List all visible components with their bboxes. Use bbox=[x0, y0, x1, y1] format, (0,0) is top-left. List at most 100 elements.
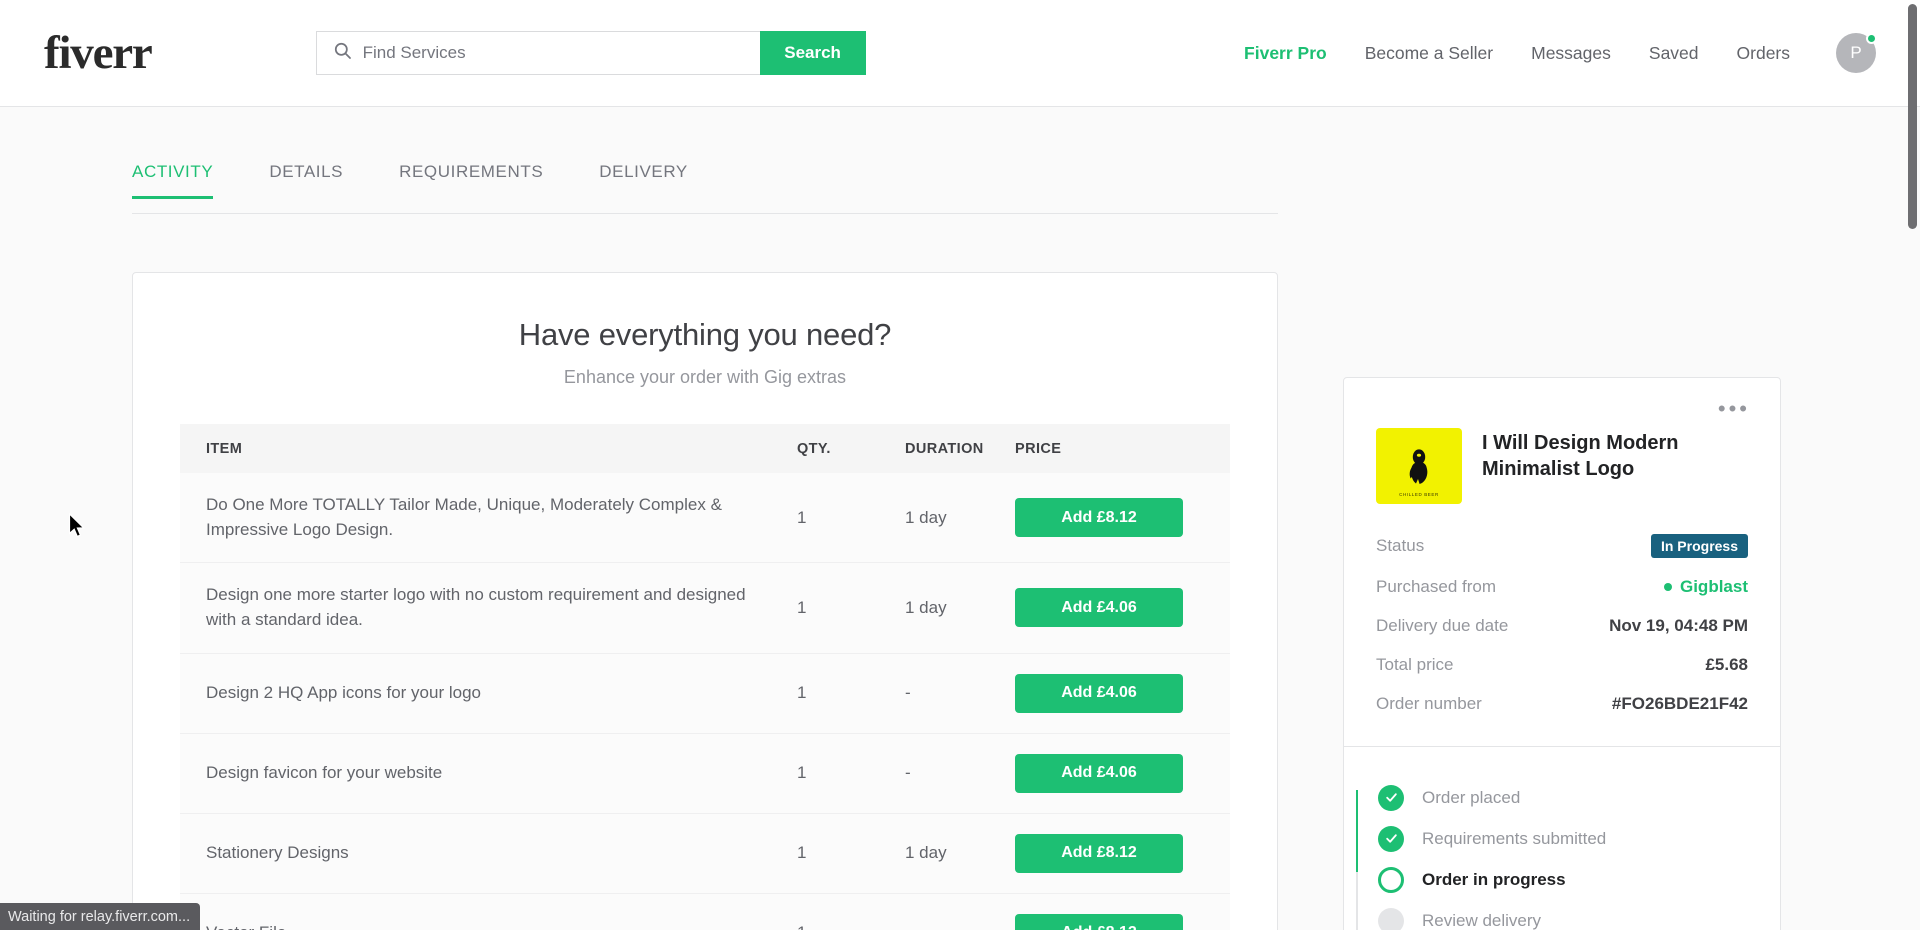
timeline-label: Review delivery bbox=[1422, 911, 1541, 930]
page-body: ACTIVITY DETAILS REQUIREMENTS DELIVERY H… bbox=[0, 107, 1920, 930]
timeline-connector bbox=[1356, 831, 1358, 872]
table-row: Design one more starter logo with no cus… bbox=[180, 563, 1230, 653]
nav-item-saved[interactable]: Saved bbox=[1649, 43, 1699, 64]
card-subtitle: Enhance your order with Gig extras bbox=[133, 367, 1277, 388]
scrollbar-thumb[interactable] bbox=[1908, 4, 1917, 229]
cell-qty: 1 bbox=[797, 893, 905, 930]
nav-item-become-seller[interactable]: Become a Seller bbox=[1365, 43, 1493, 64]
order-facts: Status In Progress Purchased from Gigbla… bbox=[1344, 534, 1780, 746]
search-input[interactable] bbox=[352, 32, 760, 74]
order-summary-card: ••• CHILLED BEER I Will Design Modern Mi… bbox=[1343, 377, 1781, 930]
timeline-connector bbox=[1356, 872, 1358, 913]
table-row: Stationery Designs 1 1 day Add £8.12 bbox=[180, 813, 1230, 893]
col-qty: QTY. bbox=[797, 424, 905, 473]
cell-item: Stationery Designs bbox=[180, 813, 797, 893]
tab-details[interactable]: DETAILS bbox=[269, 162, 343, 198]
timeline-step-order-in-progress: Order in progress bbox=[1378, 859, 1748, 900]
cell-qty: 1 bbox=[797, 473, 905, 563]
fact-label: Order number bbox=[1376, 694, 1482, 714]
cell-price: Add £4.06 bbox=[1015, 653, 1230, 733]
more-options-icon[interactable]: ••• bbox=[1718, 404, 1750, 414]
nav-item-orders[interactable]: Orders bbox=[1737, 43, 1790, 64]
col-duration: DURATION bbox=[905, 424, 1015, 473]
fact-order-number: Order number #FO26BDE21F42 bbox=[1376, 694, 1748, 714]
fact-delivery-due-date: Delivery due date Nov 19, 04:48 PM bbox=[1376, 616, 1748, 636]
table-row: Design favicon for your website 1 - Add … bbox=[180, 733, 1230, 813]
cell-price: Add £4.06 bbox=[1015, 733, 1230, 813]
table-header-row: ITEM QTY. DURATION PRICE bbox=[180, 424, 1230, 473]
table-row: Vector File 1 - Add £8.12 bbox=[180, 893, 1230, 930]
add-extra-button[interactable]: Add £8.12 bbox=[1015, 498, 1183, 537]
seller-name: Gigblast bbox=[1680, 577, 1748, 597]
cell-price: Add £8.12 bbox=[1015, 893, 1230, 930]
order-timeline: Order placed Requirements submitted Orde… bbox=[1344, 747, 1780, 930]
table-row: Design 2 HQ App icons for your logo 1 - … bbox=[180, 653, 1230, 733]
user-avatar-wrap: P bbox=[1836, 33, 1876, 73]
browser-status-bar: Waiting for relay.fiverr.com... bbox=[0, 903, 200, 930]
table-head: ITEM QTY. DURATION PRICE bbox=[180, 424, 1230, 473]
fact-value: Nov 19, 04:48 PM bbox=[1609, 616, 1748, 636]
tab-requirements[interactable]: REQUIREMENTS bbox=[399, 162, 543, 198]
tab-delivery[interactable]: DELIVERY bbox=[599, 162, 688, 198]
search-icon bbox=[333, 41, 352, 65]
search-box[interactable] bbox=[316, 31, 760, 75]
status-badge: In Progress bbox=[1651, 534, 1748, 558]
nav-item-messages[interactable]: Messages bbox=[1531, 43, 1611, 64]
cell-qty: 1 bbox=[797, 813, 905, 893]
add-extra-button[interactable]: Add £8.12 bbox=[1015, 914, 1183, 930]
fact-status: Status In Progress bbox=[1376, 534, 1748, 558]
seller-link[interactable]: Gigblast bbox=[1664, 577, 1748, 597]
fiverr-logo[interactable]: fiverr bbox=[44, 30, 152, 77]
fact-total-price: Total price £5.68 bbox=[1376, 655, 1748, 675]
fact-label: Delivery due date bbox=[1376, 616, 1508, 636]
site-header: fiverr Search Fiverr Pro Become a Seller… bbox=[0, 0, 1920, 107]
seller-online-dot bbox=[1664, 583, 1672, 591]
search-bar: Search bbox=[316, 31, 866, 75]
timeline-label: Requirements submitted bbox=[1422, 829, 1606, 849]
tab-activity[interactable]: ACTIVITY bbox=[132, 162, 213, 198]
cell-duration: - bbox=[905, 653, 1015, 733]
add-extra-button[interactable]: Add £4.06 bbox=[1015, 674, 1183, 713]
table-row: Do One More TOTALLY Tailor Made, Unique,… bbox=[180, 473, 1230, 563]
add-extra-button[interactable]: Add £4.06 bbox=[1015, 754, 1183, 793]
timeline-connector bbox=[1356, 913, 1358, 930]
gig-row: CHILLED BEER I Will Design Modern Minima… bbox=[1376, 428, 1748, 504]
cell-price: Add £4.06 bbox=[1015, 563, 1230, 653]
gig-title[interactable]: I Will Design Modern Minimalist Logo bbox=[1482, 428, 1748, 504]
timeline-step-review-delivery: Review delivery bbox=[1378, 900, 1748, 930]
timeline-step-order-placed: Order placed bbox=[1378, 777, 1748, 818]
gig-thumbnail[interactable]: CHILLED BEER bbox=[1376, 428, 1462, 504]
cell-item: Design favicon for your website bbox=[180, 733, 797, 813]
cell-qty: 1 bbox=[797, 733, 905, 813]
nav-item-fiverr-pro[interactable]: Fiverr Pro bbox=[1244, 43, 1327, 64]
order-summary-top: ••• CHILLED BEER I Will Design Modern Mi… bbox=[1344, 378, 1780, 504]
fact-label: Purchased from bbox=[1376, 577, 1496, 597]
online-status-dot bbox=[1866, 33, 1877, 44]
cell-qty: 1 bbox=[797, 653, 905, 733]
gig-thumbnail-caption: CHILLED BEER bbox=[1399, 492, 1439, 497]
gig-extras-card: Have everything you need? Enhance your o… bbox=[132, 272, 1278, 930]
timeline-label: Order in progress bbox=[1422, 870, 1566, 890]
timeline-connector bbox=[1356, 790, 1358, 831]
cell-qty: 1 bbox=[797, 563, 905, 653]
fact-value: £5.68 bbox=[1705, 655, 1748, 675]
pending-step-circle-icon bbox=[1378, 908, 1404, 930]
gig-extras-table: ITEM QTY. DURATION PRICE Do One More TOT… bbox=[180, 424, 1230, 930]
cell-item: Design one more starter logo with no cus… bbox=[180, 563, 797, 653]
check-circle-icon bbox=[1378, 826, 1404, 852]
fact-purchased-from: Purchased from Gigblast bbox=[1376, 577, 1748, 597]
table-body: Do One More TOTALLY Tailor Made, Unique,… bbox=[180, 473, 1230, 930]
order-tabs: ACTIVITY DETAILS REQUIREMENTS DELIVERY bbox=[132, 162, 1278, 214]
penguin-icon bbox=[1406, 445, 1432, 487]
cell-duration: 1 day bbox=[905, 563, 1015, 653]
cell-price: Add £8.12 bbox=[1015, 813, 1230, 893]
add-extra-button[interactable]: Add £4.06 bbox=[1015, 588, 1183, 627]
add-extra-button[interactable]: Add £8.12 bbox=[1015, 834, 1183, 873]
search-button[interactable]: Search bbox=[760, 31, 866, 75]
fact-value: #FO26BDE21F42 bbox=[1612, 694, 1748, 714]
cell-price: Add £8.12 bbox=[1015, 473, 1230, 563]
page-scrollbar[interactable] bbox=[1905, 0, 1920, 930]
cell-duration: 1 day bbox=[905, 473, 1015, 563]
primary-nav: Fiverr Pro Become a Seller Messages Save… bbox=[1244, 33, 1876, 73]
cell-item: Do One More TOTALLY Tailor Made, Unique,… bbox=[180, 473, 797, 563]
